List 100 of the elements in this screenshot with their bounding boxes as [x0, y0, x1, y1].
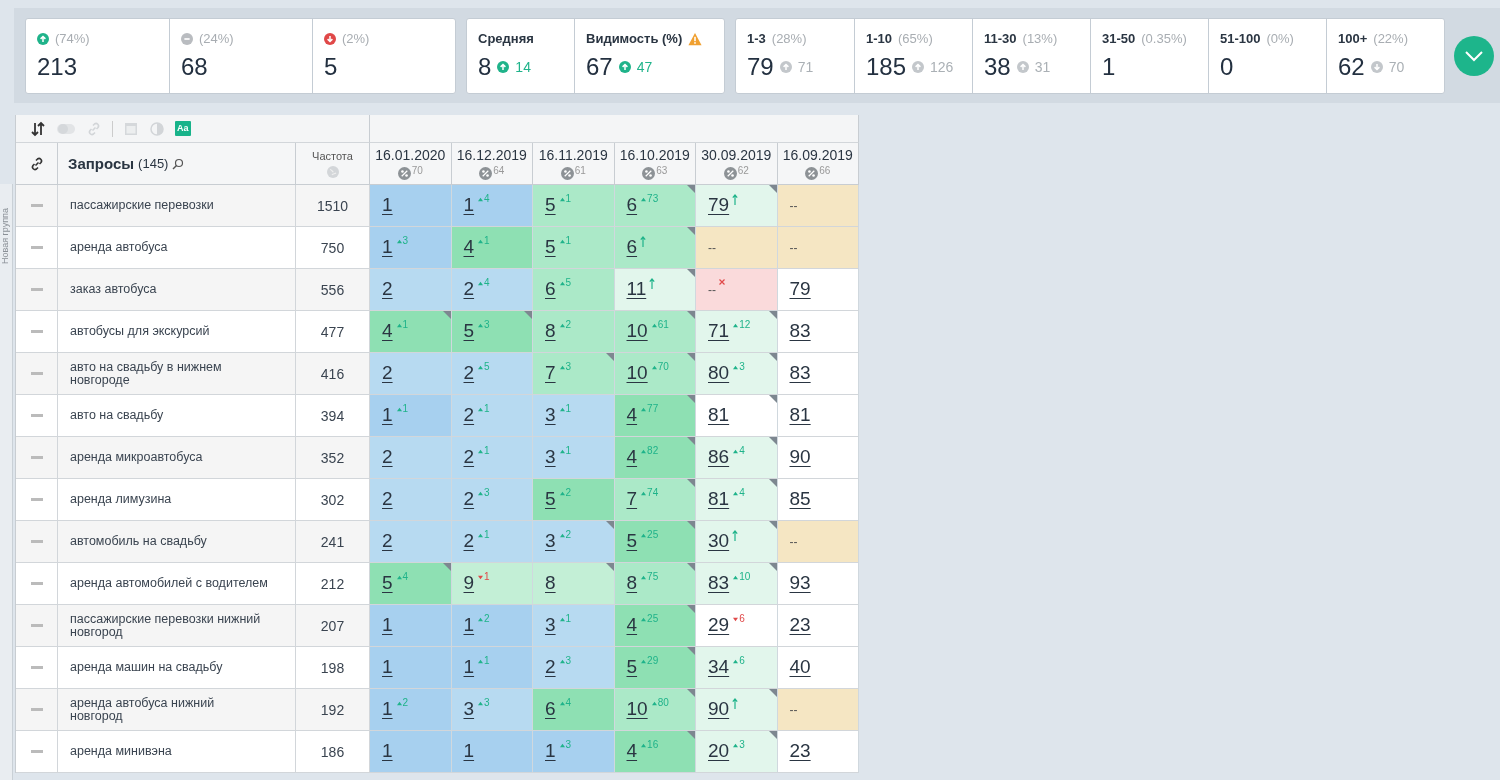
position-link[interactable]: 4 [626, 404, 638, 426]
position-link[interactable]: 4 [463, 236, 475, 258]
drag-handle[interactable] [31, 330, 43, 333]
position-link[interactable]: 6 [545, 278, 556, 300]
position-link[interactable]: 2 [382, 488, 393, 510]
position-link[interactable]: 2 [463, 488, 475, 510]
position-link[interactable]: 30 [708, 530, 730, 552]
drag-handle[interactable] [31, 372, 43, 375]
sort-icon[interactable] [30, 120, 46, 137]
position-link[interactable]: 86 [708, 446, 730, 468]
position-link[interactable]: 7 [626, 488, 638, 510]
position-link[interactable]: 81 [708, 488, 730, 510]
position-link[interactable]: 23 [789, 740, 811, 762]
date-header[interactable]: 16.01.2020 [375, 147, 446, 163]
position-link[interactable]: 4 [382, 320, 393, 342]
position-link[interactable]: 71 [708, 320, 730, 342]
position-link[interactable]: 5 [463, 320, 475, 342]
position-link[interactable]: 93 [789, 572, 811, 594]
position-link[interactable]: 5 [626, 656, 638, 678]
position-link[interactable]: 7 [545, 362, 556, 384]
position-link[interactable]: 4 [626, 446, 638, 468]
date-header[interactable]: 16.11.2019 [538, 147, 608, 163]
position-link[interactable]: 2 [382, 362, 393, 384]
position-link[interactable]: 10 [626, 698, 648, 720]
position-link[interactable]: 2 [463, 404, 475, 426]
position-link[interactable]: 1 [463, 656, 475, 678]
drag-handle[interactable] [31, 582, 43, 585]
column-header[interactable]: Частота [312, 149, 353, 162]
position-link[interactable]: 83 [708, 572, 730, 594]
position-link[interactable]: 6 [545, 698, 556, 720]
drag-handle[interactable] [31, 456, 43, 459]
drag-handle[interactable] [31, 246, 43, 249]
position-link[interactable]: 10 [626, 320, 648, 342]
drag-handle[interactable] [31, 498, 43, 501]
position-link[interactable]: 3 [545, 446, 556, 468]
drag-handle[interactable] [31, 624, 43, 627]
position-link[interactable]: 83 [789, 320, 811, 342]
position-link[interactable]: 11 [626, 278, 647, 300]
date-header[interactable]: 30.09.2019 [701, 147, 772, 163]
position-link[interactable]: 79 [789, 278, 811, 300]
position-link[interactable]: 5 [545, 488, 556, 510]
position-link[interactable]: 1 [463, 614, 475, 636]
position-link[interactable]: 40 [789, 656, 811, 678]
contrast-icon[interactable] [149, 120, 165, 137]
position-link[interactable]: 1 [382, 404, 393, 426]
position-link[interactable]: 5 [626, 530, 638, 552]
position-link[interactable]: 2 [463, 278, 475, 300]
position-link[interactable]: 83 [789, 362, 811, 384]
position-link[interactable]: 1 [382, 614, 393, 636]
position-link[interactable]: 1 [545, 740, 556, 762]
position-link[interactable]: 8 [626, 572, 638, 594]
position-link[interactable]: 1 [382, 698, 393, 720]
calendar-icon[interactable] [123, 120, 139, 137]
drag-handle[interactable] [31, 204, 43, 207]
position-link[interactable]: 29 [708, 614, 730, 636]
position-link[interactable]: 3 [545, 530, 556, 552]
position-link[interactable]: 79 [708, 194, 730, 216]
position-link[interactable]: 1 [382, 740, 393, 762]
position-link[interactable]: 5 [545, 236, 556, 258]
position-link[interactable]: 8 [545, 572, 556, 594]
position-link[interactable]: 2 [463, 446, 475, 468]
position-link[interactable]: 2 [463, 362, 475, 384]
position-link[interactable]: 2 [382, 446, 393, 468]
position-link[interactable]: 1 [382, 194, 393, 216]
position-link[interactable]: 3 [545, 404, 556, 426]
position-link[interactable]: 2 [463, 530, 475, 552]
position-link[interactable]: 8 [545, 320, 556, 342]
position-link[interactable]: 6 [626, 194, 638, 216]
drag-handle[interactable] [31, 708, 43, 711]
position-link[interactable]: 34 [708, 656, 730, 678]
position-link[interactable]: 1 [382, 236, 393, 258]
position-link[interactable]: 2 [545, 656, 556, 678]
position-link[interactable]: 4 [626, 740, 638, 762]
position-link[interactable]: 1 [463, 194, 475, 216]
position-link[interactable]: 85 [789, 488, 811, 510]
position-link[interactable]: 80 [708, 362, 730, 384]
position-link[interactable]: 81 [789, 404, 811, 426]
position-link[interactable]: 90 [789, 446, 811, 468]
position-link[interactable]: 9 [463, 572, 475, 594]
drag-handle[interactable] [31, 750, 43, 753]
position-link[interactable]: 81 [708, 404, 730, 426]
position-link[interactable]: 4 [626, 614, 638, 636]
date-header[interactable]: 16.09.2019 [782, 147, 853, 163]
position-link[interactable]: 23 [789, 614, 811, 636]
position-link[interactable]: 6 [626, 236, 638, 258]
drag-handle[interactable] [31, 288, 43, 291]
position-link[interactable]: 1 [382, 656, 393, 678]
position-link[interactable]: 2 [382, 278, 393, 300]
position-link[interactable]: 10 [626, 362, 648, 384]
position-link[interactable]: 5 [545, 194, 556, 216]
drag-handle[interactable] [31, 666, 43, 669]
position-link[interactable]: 1 [463, 740, 475, 762]
position-link[interactable]: 2 [382, 530, 393, 552]
drag-handle[interactable] [31, 540, 43, 543]
search-icon[interactable] [172, 157, 185, 170]
position-link[interactable]: 90 [708, 698, 730, 720]
column-header[interactable]: Запросы [68, 155, 135, 172]
expand-button[interactable] [1454, 35, 1494, 76]
position-link[interactable]: 5 [382, 572, 393, 594]
position-link[interactable]: 20 [708, 740, 730, 762]
